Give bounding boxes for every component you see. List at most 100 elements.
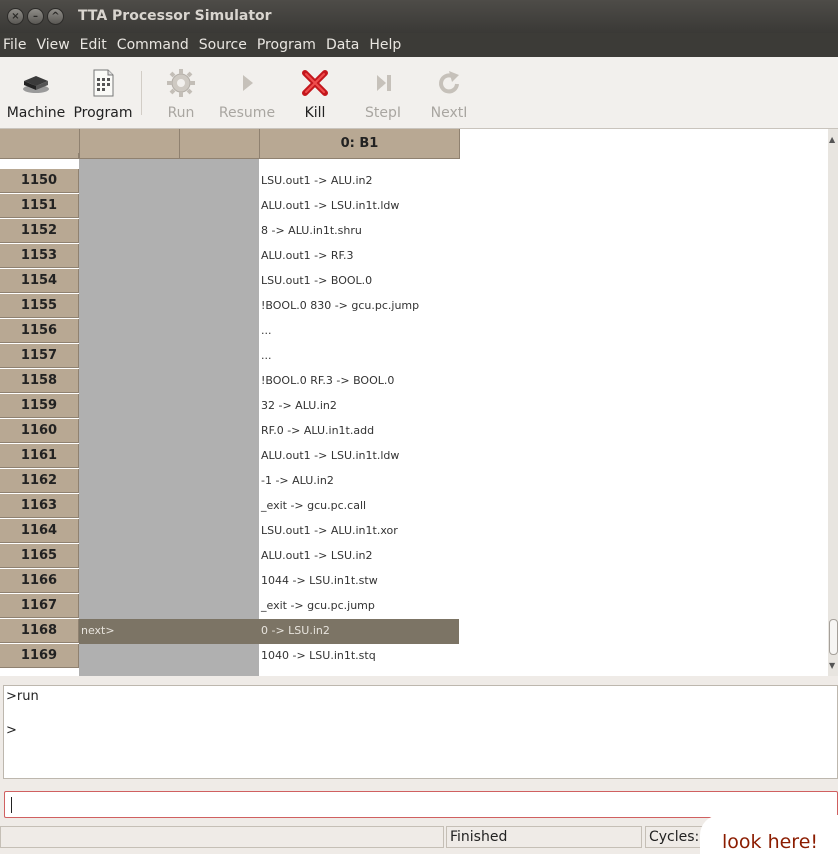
table-row[interactable]: 1167 _exit -> gcu.pc.jump [0, 594, 828, 619]
close-window-icon[interactable]: × [7, 8, 24, 25]
stepi-button[interactable]: StepI [360, 67, 406, 121]
table-row[interactable]: 1153 ALU.out1 -> RF.3 [0, 244, 828, 269]
row-number: 1156 [0, 319, 79, 343]
instruction-cell[interactable]: 1044 -> LSU.in1t.stw [261, 569, 378, 593]
menu-edit[interactable]: Edit [79, 37, 112, 53]
table-row[interactable]: 1157... [0, 344, 828, 369]
row-number: 1155 [0, 294, 79, 318]
stepi-button-label: StepI [364, 105, 401, 121]
table-row[interactable]: 1165 ALU.out1 -> LSU.in2 [0, 544, 828, 569]
run-button[interactable]: Run [156, 67, 206, 121]
gear-icon [167, 69, 195, 97]
instruction-cell[interactable]: LSU.out1 -> BOOL.0 [261, 269, 372, 293]
status-field-empty [0, 826, 444, 848]
table-row[interactable]: 1154 LSU.out1 -> BOOL.0 [0, 269, 828, 294]
menu-data[interactable]: Data [325, 37, 364, 53]
table-row[interactable]: 1161 ALU.out1 -> LSU.in1t.ldw [0, 444, 828, 469]
menu-source[interactable]: Source [198, 37, 252, 53]
instruction-cell[interactable]: 1040 -> LSU.in1t.stq [261, 644, 376, 668]
scroll-up-icon[interactable]: ▲ [829, 135, 835, 144]
instruction-cell[interactable]: -1 -> ALU.in2 [261, 469, 334, 493]
status-state: Finished [446, 826, 642, 848]
row-number: 1164 [0, 519, 79, 543]
table-row[interactable]: 1164 LSU.out1 -> ALU.in1t.xor [0, 519, 828, 544]
text-caret [11, 797, 12, 813]
table-row[interactable]: 1160 RF.0 -> ALU.in1t.add [0, 419, 828, 444]
row-number: 1168 [0, 619, 79, 643]
table-row[interactable]: 1162 -1 -> ALU.in2 [0, 469, 828, 494]
instruction-cell[interactable]: _exit -> gcu.pc.jump [261, 594, 375, 618]
instruction-cell[interactable]: ... [261, 344, 272, 368]
kill-button-label: Kill [304, 105, 326, 121]
table-row[interactable]: 1158 !BOOL.0 RF.3 -> BOOL.0 [0, 369, 828, 394]
maximize-window-icon[interactable]: ^ [47, 8, 64, 25]
menu-view[interactable]: View [35, 37, 74, 53]
row-number: 1152 [0, 219, 79, 243]
redo-icon [439, 71, 459, 94]
command-input[interactable] [4, 791, 838, 818]
next-marker: next> [81, 624, 115, 637]
row-number: 1157 [0, 344, 79, 368]
resume-button[interactable]: Resume [218, 67, 276, 121]
nexti-button[interactable]: NextI [426, 67, 472, 121]
pane-splitter[interactable] [0, 676, 838, 684]
table-row[interactable]: 1159 32 -> ALU.in2 [0, 394, 828, 419]
row-number: 1161 [0, 444, 79, 468]
machine-button[interactable]: Machine [6, 67, 66, 121]
row-number: 1150 [0, 169, 79, 193]
row-number: 1154 [0, 269, 79, 293]
instruction-cell[interactable]: _exit -> gcu.pc.call [261, 494, 366, 518]
table-row[interactable]: 1166 1044 -> LSU.in1t.stw [0, 569, 828, 594]
table-row[interactable]: 1155 !BOOL.0 830 -> gcu.pc.jump [0, 294, 828, 319]
document-icon [93, 69, 114, 97]
menu-help[interactable]: Help [368, 37, 406, 53]
instruction-cell[interactable]: ALU.out1 -> LSU.in1t.ldw [261, 444, 399, 468]
table-row[interactable]: 1151 ALU.out1 -> LSU.in1t.ldw [0, 194, 828, 219]
console-line: >run [6, 689, 39, 704]
instruction-cell[interactable]: ... [261, 319, 272, 343]
scrollbar-thumb[interactable] [829, 619, 838, 655]
menu-file[interactable]: File [2, 37, 31, 53]
instruction-cell[interactable]: LSU.out1 -> ALU.in1t.xor [261, 519, 398, 543]
grid-header-bus-b1[interactable]: 0: B1 [260, 129, 460, 159]
instruction-cell[interactable]: LSU.out1 -> ALU.in2 [261, 169, 373, 193]
table-row[interactable]: next> 1168 0 -> LSU.in2 [0, 619, 828, 644]
table-row[interactable]: 1150 LSU.out1 -> ALU.in2 [0, 169, 828, 194]
nexti-button-label: NextI [430, 105, 468, 121]
row-number: 1165 [0, 544, 79, 568]
grid-header-col2[interactable] [180, 129, 260, 159]
kill-x-icon [302, 70, 328, 96]
instruction-cell[interactable]: ALU.out1 -> RF.3 [261, 244, 354, 268]
chip-icon [23, 76, 49, 93]
row-number: 1167 [0, 594, 79, 618]
instruction-cell[interactable]: ALU.out1 -> LSU.in2 [261, 544, 373, 568]
window-title: TTA Processor Simulator [78, 8, 272, 24]
menubar: File View Edit Command Source Program Da… [0, 33, 838, 57]
disassembly-grid[interactable]: 0: B1 1150 LSU.out1 -> ALU.in2 1151 ALU.out… [0, 129, 828, 676]
instruction-cell[interactable]: 0 -> LSU.in2 [261, 619, 330, 643]
step-icon [377, 75, 391, 91]
minimize-window-icon[interactable]: – [27, 8, 44, 25]
table-row[interactable]: 1163 _exit -> gcu.pc.call [0, 494, 828, 519]
row-number: 1163 [0, 494, 79, 518]
toolbar-separator [141, 71, 142, 115]
grid-header-col1[interactable] [80, 129, 180, 159]
menu-program[interactable]: Program [256, 37, 321, 53]
instruction-cell[interactable]: 32 -> ALU.in2 [261, 394, 337, 418]
table-row[interactable]: 1152 8 -> ALU.in1t.shru [0, 219, 828, 244]
scroll-down-icon[interactable]: ▼ [829, 661, 835, 670]
instruction-cell[interactable]: ALU.out1 -> LSU.in1t.ldw [261, 194, 399, 218]
menu-command[interactable]: Command [116, 37, 194, 53]
table-row[interactable]: 1156... [0, 319, 828, 344]
instruction-cell[interactable]: !BOOL.0 830 -> gcu.pc.jump [261, 294, 419, 318]
program-button[interactable]: Program [72, 67, 134, 121]
instruction-cell[interactable]: !BOOL.0 RF.3 -> BOOL.0 [261, 369, 394, 393]
kill-button[interactable]: Kill [292, 67, 338, 121]
instruction-cell[interactable]: RF.0 -> ALU.in1t.add [261, 419, 374, 443]
instruction-cell[interactable]: 8 -> ALU.in1t.shru [261, 219, 362, 243]
console-line: > [6, 723, 17, 738]
table-row[interactable]: 1169 1040 -> LSU.in1t.stq [0, 644, 828, 669]
console-output: >run > [3, 685, 838, 779]
grid-vertical-scrollbar[interactable]: ▲ ▼ [828, 129, 838, 676]
